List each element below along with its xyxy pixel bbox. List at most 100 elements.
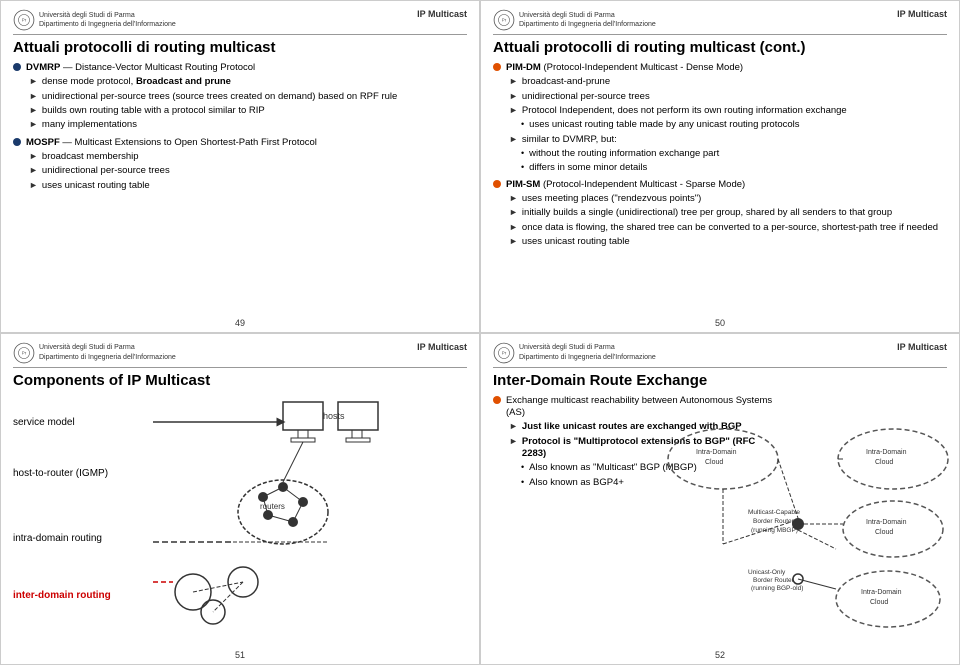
arrow-3: ► bbox=[29, 105, 38, 117]
bullet-uni-src-text: unidirectional per-source trees bbox=[522, 91, 650, 103]
bullet-uses-unicast-text: uses unicast routing table bbox=[42, 180, 150, 192]
components-labels: service model host-to-router (IGMP) intr… bbox=[13, 397, 153, 619]
uni-name-3: Università degli Studi di Parma Dipartim… bbox=[39, 343, 176, 361]
dot-2: • bbox=[521, 148, 524, 160]
bullet-meeting: ► uses meeting places ("rendezvous point… bbox=[493, 193, 947, 205]
bullet-pimsm-text: PIM-SM (Protocol-Independent Multicast -… bbox=[506, 179, 745, 191]
uni-name-4: Università degli Studi di Parma Dipartim… bbox=[519, 343, 656, 361]
svg-text:hosts: hosts bbox=[323, 411, 345, 421]
svg-text:(running BGP-old): (running BGP-old) bbox=[751, 585, 803, 592]
slide-4-title: Inter-Domain Route Exchange bbox=[493, 372, 947, 389]
uni-logo-2: Pr bbox=[493, 9, 515, 31]
uni-info-2: Università degli Studi di Parma Dipartim… bbox=[519, 11, 656, 29]
uni-logo-3: Pr bbox=[13, 342, 35, 364]
uni-name-1: Università degli Studi di Parma Dipartim… bbox=[39, 11, 176, 29]
bullet-pimdm: PIM-DM (Protocol-Independent Multicast -… bbox=[493, 62, 947, 74]
slide-4-header: Pr Università degli Studi di Parma Dipar… bbox=[493, 342, 947, 368]
bullet-unidirec2-text: unidirectional per-source trees bbox=[42, 165, 170, 177]
bullet-circle-1 bbox=[13, 63, 21, 71]
uni-info-4: Università degli Studi di Parma Dipartim… bbox=[519, 343, 656, 361]
bullet-without-text: without the routing information exchange… bbox=[529, 148, 719, 160]
slide-label-3: IP Multicast bbox=[417, 342, 467, 352]
slide-label-2: IP Multicast bbox=[897, 9, 947, 19]
uni-header-left-4: Pr Università degli Studi di Parma Dipar… bbox=[493, 342, 656, 364]
arrow-d1: ► bbox=[509, 421, 518, 433]
arrow-2: ► bbox=[29, 91, 38, 103]
bullet-circle-2 bbox=[13, 138, 21, 146]
inter-domain-diagram: Intra-Domain Cloud Intra-Domain Cloud In… bbox=[643, 414, 953, 644]
bullet-uses-unicast3-text: uses unicast routing table bbox=[522, 236, 630, 248]
uni-logo-4: Pr bbox=[493, 342, 515, 364]
slide-label-1: IP Multicast bbox=[417, 9, 467, 19]
arrow-b4: ► bbox=[509, 134, 518, 146]
comp-service: service model bbox=[13, 417, 153, 428]
bullet-broadcast-text: broadcast membership bbox=[42, 151, 139, 163]
arrow-5: ► bbox=[29, 151, 38, 163]
bullet-similar-text: similar to DVMRP, but: bbox=[522, 134, 617, 146]
slide-2-header: Pr Università degli Studi di Parma Dipar… bbox=[493, 9, 947, 35]
bullet-dense: ► dense mode protocol, Broadcast and pru… bbox=[13, 76, 467, 88]
bullet-many-text: many implementations bbox=[42, 119, 137, 131]
svg-text:Cloud: Cloud bbox=[875, 459, 893, 466]
slide-4: Pr Università degli Studi di Parma Dipar… bbox=[480, 333, 960, 665]
uni-header-left-2: Pr Università degli Studi di Parma Dipar… bbox=[493, 9, 656, 31]
arrow-7: ► bbox=[29, 180, 38, 192]
arrow-b1: ► bbox=[509, 76, 518, 88]
slide-2-bullets: PIM-DM (Protocol-Independent Multicast -… bbox=[493, 62, 947, 248]
svg-text:Border Router: Border Router bbox=[753, 518, 795, 525]
bullet-pimsm: PIM-SM (Protocol-Independent Multicast -… bbox=[493, 179, 947, 191]
bullet-mospf-text: MOSPF — Multicast Extensions to Open Sho… bbox=[26, 137, 317, 149]
components-diagram: hosts routers bbox=[153, 397, 433, 637]
bullet-circle-pimdm bbox=[493, 63, 501, 71]
svg-text:Unicast-Only: Unicast-Only bbox=[748, 569, 786, 576]
bullet-uses-unicast: ► uses unicast routing table bbox=[13, 180, 467, 192]
bullet-also-bgp4-text: Also known as BGP4+ bbox=[529, 477, 624, 489]
bullet-proto-indep: ► Protocol Independent, does not perform… bbox=[493, 105, 947, 117]
arrow-1: ► bbox=[29, 76, 38, 88]
bullet-initially: ► initially builds a single (unidirectio… bbox=[493, 207, 947, 219]
arrow-c3: ► bbox=[509, 222, 518, 234]
slide-label-4: IP Multicast bbox=[897, 342, 947, 352]
components-content: service model host-to-router (IGMP) intr… bbox=[13, 397, 467, 619]
bullet-dense-text: dense mode protocol, Broadcast and prune bbox=[42, 76, 231, 88]
bullet-proto-indep-text: Protocol Independent, does not perform i… bbox=[522, 105, 847, 117]
comp-inter: inter-domain routing bbox=[13, 590, 153, 601]
page-num-4: 52 bbox=[715, 650, 725, 660]
dot-d1: • bbox=[521, 462, 524, 474]
svg-text:Border Router: Border Router bbox=[753, 577, 795, 584]
svg-text:routers: routers bbox=[260, 502, 285, 511]
diagram-area: hosts routers bbox=[153, 397, 467, 617]
bullet-unidirectional-text: unidirectional per-source trees (source … bbox=[42, 91, 397, 103]
slide-1-title: Attuali protocolli di routing multicast bbox=[13, 39, 467, 56]
arrow-4: ► bbox=[29, 119, 38, 131]
arrow-b2: ► bbox=[509, 91, 518, 103]
bullet-without: • without the routing information exchan… bbox=[493, 148, 947, 160]
comp-host: host-to-router (IGMP) bbox=[13, 468, 153, 479]
arrow-d2: ► bbox=[509, 436, 518, 448]
page-num-2: 50 bbox=[715, 318, 725, 328]
bullet-differs-text: differs in some minor details bbox=[529, 162, 647, 174]
dot-d2: • bbox=[521, 477, 524, 489]
uni-header-left-3: Pr Università degli Studi di Parma Dipar… bbox=[13, 342, 176, 364]
inter-domain-svg: Intra-Domain Cloud Intra-Domain Cloud In… bbox=[643, 414, 953, 644]
svg-text:Intra-Domain: Intra-Domain bbox=[696, 449, 737, 456]
bullet-once: ► once data is flowing, the shared tree … bbox=[493, 222, 947, 234]
slide-1-bullets: DVMRP — Distance-Vector Multicast Routin… bbox=[13, 62, 467, 192]
bullet-once-text: once data is flowing, the shared tree ca… bbox=[522, 222, 938, 234]
dot-3: • bbox=[521, 162, 524, 174]
bullet-builds: ► builds own routing table with a protoc… bbox=[13, 105, 467, 117]
arrow-6: ► bbox=[29, 165, 38, 177]
svg-text:Multicast-Capable: Multicast-Capable bbox=[748, 509, 800, 516]
arrow-b3: ► bbox=[509, 105, 518, 117]
uni-info-3: Università degli Studi di Parma Dipartim… bbox=[39, 343, 176, 361]
page-num-3: 51 bbox=[235, 650, 245, 660]
bullet-unidirectional: ► unidirectional per-source trees (sourc… bbox=[13, 91, 467, 103]
uni-name-2: Università degli Studi di Parma Dipartim… bbox=[519, 11, 656, 29]
bullet-broadcast: ► broadcast membership bbox=[13, 151, 467, 163]
svg-text:Intra-Domain: Intra-Domain bbox=[866, 519, 907, 526]
bullet-dvmrp: DVMRP — Distance-Vector Multicast Routin… bbox=[13, 62, 467, 74]
svg-text:Pr: Pr bbox=[502, 18, 507, 23]
uni-info-1: Università degli Studi di Parma Dipartim… bbox=[39, 11, 176, 29]
bullet-unidirec2: ► unidirectional per-source trees bbox=[13, 165, 467, 177]
arrow-c4: ► bbox=[509, 236, 518, 248]
